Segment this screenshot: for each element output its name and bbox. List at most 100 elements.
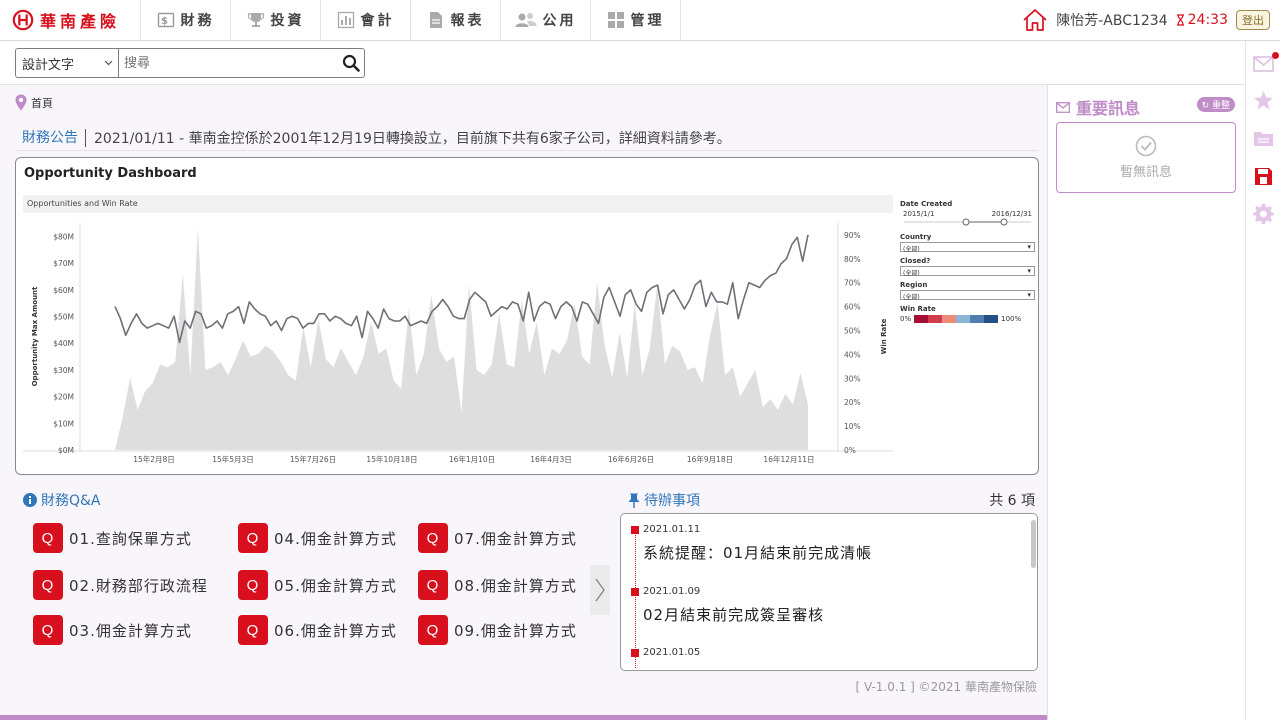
gear-icon[interactable] [1253, 203, 1274, 224]
y-tick-label: $0M [58, 446, 74, 455]
info-icon [23, 493, 37, 507]
right-icon-sidebar [1245, 41, 1280, 720]
qa-item[interactable]: Q 07.佣金計算方式 [418, 523, 577, 553]
user-area: 陳怡芳-ABC1234 24:33 登出 [1022, 8, 1270, 32]
nav-tab-accounting[interactable]: 會計 [321, 0, 411, 40]
date-range-slider[interactable] [900, 218, 1035, 226]
save-icon[interactable] [1253, 166, 1274, 187]
search-input[interactable] [119, 49, 329, 77]
qa-item[interactable]: Q 04.佣金計算方式 [238, 523, 397, 553]
session-timer-value: 24:33 [1187, 12, 1228, 28]
qa-item-label: 03.佣金計算方式 [69, 621, 192, 640]
filter-country-select[interactable]: (全部) [900, 242, 1035, 253]
todo-text: 系統提醒：01月結束前完成清帳 [643, 544, 873, 562]
todo-scrollbar[interactable] [1031, 520, 1036, 568]
filter-date-range: 2015/1/1 2016/12/31 [900, 210, 1035, 218]
qa-badge: Q [33, 523, 63, 553]
y-tick-label: $60M [53, 286, 74, 295]
win-rate-line [114, 234, 809, 344]
qa-badge: Q [238, 615, 268, 645]
refresh-button[interactable]: ↻ 重整 [1196, 97, 1235, 112]
search-category-value: 設計文字 [22, 57, 75, 73]
winrate-color-scale [914, 315, 999, 323]
bottom-accent-bar [0, 715, 1047, 720]
envelope-icon [1056, 101, 1070, 113]
todo-text: 02月結束前完成簽呈審核 [643, 606, 825, 624]
logout-button[interactable]: 登出 [1236, 10, 1270, 30]
qa-item-label: 01.查詢保單方式 [69, 529, 192, 548]
y-tick-label: $80M [53, 232, 74, 241]
qa-item[interactable]: Q 06.佣金計算方式 [238, 615, 397, 645]
qa-badge: Q [238, 570, 268, 600]
y2-tick-label: 50% [844, 327, 861, 336]
y2-tick-label: 40% [844, 350, 861, 359]
search-bar: 設計文字 [0, 41, 1245, 85]
dollar-icon: $ [157, 12, 174, 28]
nav-tab-finance[interactable]: $ 財務 [141, 0, 231, 40]
folder-icon[interactable] [1253, 128, 1274, 149]
breadcrumb: 首頁 [15, 94, 53, 111]
nav-tab-public[interactable]: 公用 [501, 0, 591, 40]
y2-tick-label: 20% [844, 398, 861, 407]
todo-count: 共 6 項 [989, 493, 1035, 509]
qa-item[interactable]: Q 08.佣金計算方式 [418, 570, 577, 600]
qa-next-button[interactable] [590, 565, 610, 615]
star-icon[interactable] [1253, 90, 1274, 111]
qa-item[interactable]: Q 05.佣金計算方式 [238, 570, 397, 600]
qa-badge: Q [238, 523, 268, 553]
home-icon[interactable] [1022, 8, 1048, 32]
y-tick-label: $50M [53, 313, 74, 322]
area-series [115, 228, 808, 450]
y2-tick-label: 70% [844, 279, 861, 288]
dashboard-filters: Date Created 2015/1/1 2016/12/31 Country… [900, 195, 1035, 323]
trophy-icon [247, 13, 264, 27]
y2-tick-label: 30% [844, 374, 861, 383]
nav-tab-management[interactable]: 管理 [591, 0, 681, 40]
qa-item-label: 07.佣金計算方式 [454, 529, 577, 548]
version-footer: [ V-1.0.1 ] ©2021 華南產物保險 [855, 680, 1037, 694]
grid-icon [607, 12, 624, 28]
qa-item-label: 05.佣金計算方式 [274, 576, 397, 595]
qa-item[interactable]: Q 02.財務部行政流程 [33, 570, 208, 600]
winrate-max: 100% [1001, 315, 1022, 323]
filter-winrate-label: Win Rate [900, 305, 936, 313]
qa-item[interactable]: Q 03.佣金計算方式 [33, 615, 192, 645]
search-category-select[interactable]: 設計文字 [15, 48, 119, 78]
nav-tab-reports[interactable]: 報表 [411, 0, 501, 40]
svg-text:$: $ [161, 16, 171, 27]
refresh-label: 重整 [1211, 101, 1230, 111]
qa-item-label: 09.佣金計算方式 [454, 621, 577, 640]
pin-icon [628, 493, 640, 508]
qa-item-label: 08.佣金計算方式 [454, 576, 577, 595]
x-tick-label: 15年10月18日 [366, 454, 417, 464]
top-navbar: 華南產險 $ 財務 投資 會計 報表 公用 管理 陳怡芳-ABC1234 24:… [0, 0, 1280, 41]
nav-tab-label: 公用 [542, 13, 577, 29]
news-label[interactable]: 財務公告 [15, 128, 86, 147]
nav-tab-investment[interactable]: 投資 [231, 0, 321, 40]
brand-logo[interactable]: 華南產險 [0, 0, 141, 40]
filter-region-select[interactable]: (全部) [900, 290, 1035, 301]
filter-date-label: Date Created [900, 200, 953, 208]
mail-icon[interactable] [1253, 53, 1274, 74]
news-text[interactable]: 2021/01/11 - 華南金控係於2001年12月19日轉換設立，目前旗下共… [86, 128, 731, 148]
hourglass-icon [1176, 14, 1184, 26]
breadcrumb-home[interactable]: 首頁 [31, 95, 53, 111]
todo-list[interactable]: 2021.01.11 系統提醒：01月結束前完成清帳 2021.01.09 02… [620, 513, 1038, 671]
qa-item[interactable]: Q 01.查詢保單方式 [33, 523, 192, 553]
y-tick-label: $40M [53, 339, 74, 348]
important-header: 重要訊息 [1056, 95, 1140, 119]
qa-item[interactable]: Q 09.佣金計算方式 [418, 615, 577, 645]
search-icon[interactable] [342, 54, 360, 72]
session-timer: 24:33 [1176, 12, 1228, 28]
nav-tab-label: 投資 [270, 13, 305, 29]
important-messages-panel: 重要訊息 ↻ 重整 暫無訊息 [1047, 85, 1245, 720]
timeline-line [635, 528, 636, 668]
check-circle-icon [1135, 135, 1157, 157]
filter-closed-select[interactable]: (全部) [900, 266, 1035, 277]
x-tick-label: 16年1月10日 [449, 454, 495, 464]
x-tick-label: 16年6月26日 [608, 454, 654, 464]
y2-axis-label: Win Rate [880, 318, 888, 354]
refresh-icon: ↻ [1201, 101, 1210, 111]
qa-badge: Q [418, 615, 448, 645]
todo-title: 待辦事項 [644, 493, 700, 509]
